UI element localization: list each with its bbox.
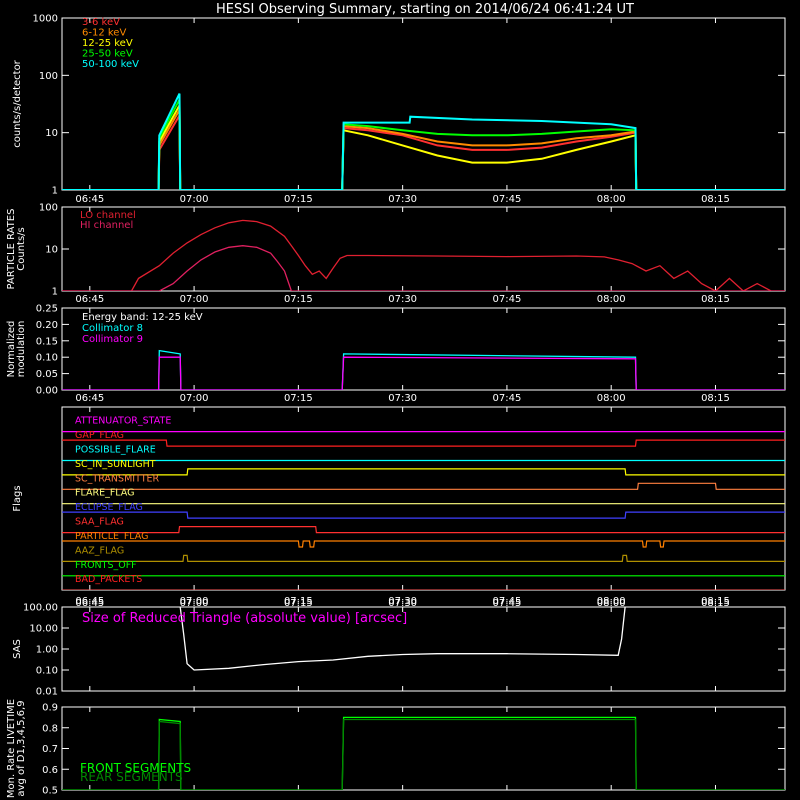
x-tick-label: 07:45 — [493, 194, 522, 205]
summary-plot-canvas: HESSI Observing Summary, starting on 201… — [6, 2, 786, 798]
x-tick-label: 07:30 — [388, 294, 417, 305]
y-tick-label-count-rates: 100 — [39, 71, 58, 82]
flag-line-eclipse_flag — [62, 511, 785, 519]
y-tick-label-sas: 1.00 — [36, 645, 58, 656]
y-tick-label-modulation: 0.15 — [36, 336, 58, 347]
x-tick-label: 08:00 — [597, 393, 626, 404]
y-axis-label-sas: SAS — [12, 639, 23, 659]
y-tick-label-sas: 10.00 — [29, 624, 58, 635]
y-tick-label-sas: 0.10 — [36, 666, 58, 677]
y-tick-label-livetime: 0.6 — [42, 765, 58, 776]
panel-frame-particle-rates — [61, 206, 786, 292]
flag-label-gap_flag: GAP_FLAG — [75, 430, 124, 441]
legend-entry: 6-12 keV — [82, 28, 126, 39]
x-tick-label: 07:45 — [493, 393, 522, 404]
x-tick-label: 07:45 — [493, 598, 522, 609]
x-tick-label: 06:45 — [75, 598, 104, 609]
y-axis-label-livetime: avg of D1,3,4,5,6,9 — [16, 700, 27, 796]
x-tick-label: 07:00 — [180, 294, 209, 305]
series-line-lo-channel — [62, 219, 785, 291]
legend-entry: REAR SEGMENTS — [80, 770, 183, 784]
panel-frame-flags — [61, 406, 786, 591]
y-axis-label-particle-rates: Counts/s — [16, 227, 27, 271]
legend-entry: 3-6 keV — [82, 17, 120, 28]
y-axis-label-count-rates: counts/s/detector — [12, 59, 23, 147]
x-tick-label: 07:30 — [388, 194, 417, 205]
y-tick-label-modulation: 0.25 — [36, 304, 58, 315]
series-line-hi-channel — [62, 245, 785, 291]
annotation: Energy band: 12-25 keV — [82, 312, 203, 323]
x-tick-label: 07:15 — [284, 194, 313, 205]
y-tick-label-modulation: 0.10 — [36, 353, 58, 364]
y-tick-label-livetime: 0.5 — [42, 786, 58, 797]
x-tick-label: 07:00 — [180, 393, 209, 404]
y-axis-label-modulation: modulation — [16, 321, 27, 378]
flag-label-possible_flare: POSSIBLE_FLARE — [75, 444, 156, 455]
y-tick-label-modulation: 0.20 — [36, 320, 58, 331]
x-tick-label: 07:30 — [388, 393, 417, 404]
flag-label-sc_in_sunlight: SC_IN_SUNLIGHT — [75, 459, 156, 470]
flag-label-flare_flag: FLARE_FLAG — [75, 488, 135, 499]
y-tick-label-livetime: 0.7 — [42, 744, 58, 755]
flag-line-particle_flag — [62, 540, 785, 548]
x-tick-label: 08:15 — [701, 194, 730, 205]
legend-entry: 25-50 keV — [82, 49, 133, 60]
legend-entry: HI channel — [80, 220, 133, 231]
x-tick-label: 08:15 — [701, 598, 730, 609]
flag-line-saa_flag — [62, 526, 785, 534]
y-tick-label-count-rates: 1000 — [33, 14, 58, 25]
series-line-collimator-8 — [62, 349, 785, 390]
flag-label-particle_flag: PARTICLE_FLAG — [75, 531, 148, 542]
legend-entry: Collimator 8 — [82, 323, 143, 334]
figure-title: HESSI Observing Summary, starting on 201… — [216, 2, 634, 17]
x-tick-label: 07:15 — [284, 294, 313, 305]
y-tick-label-modulation: 0.00 — [36, 386, 58, 397]
y-axis-label-flags: Flags — [12, 485, 23, 511]
y-tick-label-sas: 100.00 — [23, 603, 58, 614]
x-tick-label: 08:15 — [701, 294, 730, 305]
flag-label-aaz_flag: AAZ_FLAG — [75, 545, 124, 556]
x-tick-label: 06:45 — [75, 294, 104, 305]
x-tick-label: 07:00 — [180, 194, 209, 205]
y-tick-label-count-rates: 1 — [52, 186, 58, 197]
x-tick-label: 06:45 — [75, 393, 104, 404]
flag-label-bad_packets: BAD_PACKETS — [75, 574, 142, 585]
legend-entry: Collimator 9 — [82, 334, 143, 345]
y-tick-label-particle-rates: 100 — [39, 203, 58, 214]
flag-label-attenuator_state: ATTENUATOR_STATE — [75, 416, 171, 427]
observing-summary-figure: HESSI Observing Summary, starting on 201… — [0, 0, 800, 800]
x-tick-label: 08:00 — [597, 598, 626, 609]
x-tick-label: 07:15 — [284, 598, 313, 609]
x-tick-label: 07:45 — [493, 294, 522, 305]
x-tick-label: 08:15 — [701, 393, 730, 404]
flag-label-fronts_off: FRONTS_OFF — [75, 560, 137, 571]
y-tick-label-particle-rates: 10 — [45, 245, 58, 256]
flag-label-eclipse_flag: ECLIPSE_FLAG — [75, 502, 143, 513]
panel-frame-count-rates — [61, 17, 786, 191]
flag-label-sc_transmitter: SC_TRANSMITTER — [75, 473, 160, 484]
y-tick-label-livetime: 0.9 — [42, 703, 58, 714]
flag-line-sc_in_sunlight — [62, 468, 785, 476]
legend-entry: 12-25 keV — [82, 38, 133, 49]
x-tick-label: 06:45 — [75, 194, 104, 205]
x-tick-label: 07:15 — [284, 393, 313, 404]
y-tick-label-livetime: 0.8 — [42, 723, 58, 734]
flag-label-saa_flag: SAA_FLAG — [75, 517, 124, 528]
legend-entry: 50-100 keV — [82, 59, 139, 70]
series-line-collimator-9 — [62, 356, 785, 390]
x-tick-label: 07:00 — [180, 598, 209, 609]
x-tick-label: 08:00 — [597, 194, 626, 205]
x-tick-label: 07:30 — [388, 598, 417, 609]
flag-line-gap_flag — [62, 439, 785, 447]
y-tick-label-count-rates: 10 — [45, 128, 58, 139]
y-tick-label-particle-rates: 1 — [52, 287, 58, 298]
flag-line-sc_transmitter — [62, 482, 785, 490]
annotation: Size of Reduced Triangle (absolute value… — [82, 611, 407, 626]
x-tick-label: 08:00 — [597, 294, 626, 305]
y-tick-label-modulation: 0.05 — [36, 369, 58, 380]
y-tick-label-sas: 0.01 — [36, 687, 58, 698]
flag-line-aaz_flag — [62, 554, 785, 562]
